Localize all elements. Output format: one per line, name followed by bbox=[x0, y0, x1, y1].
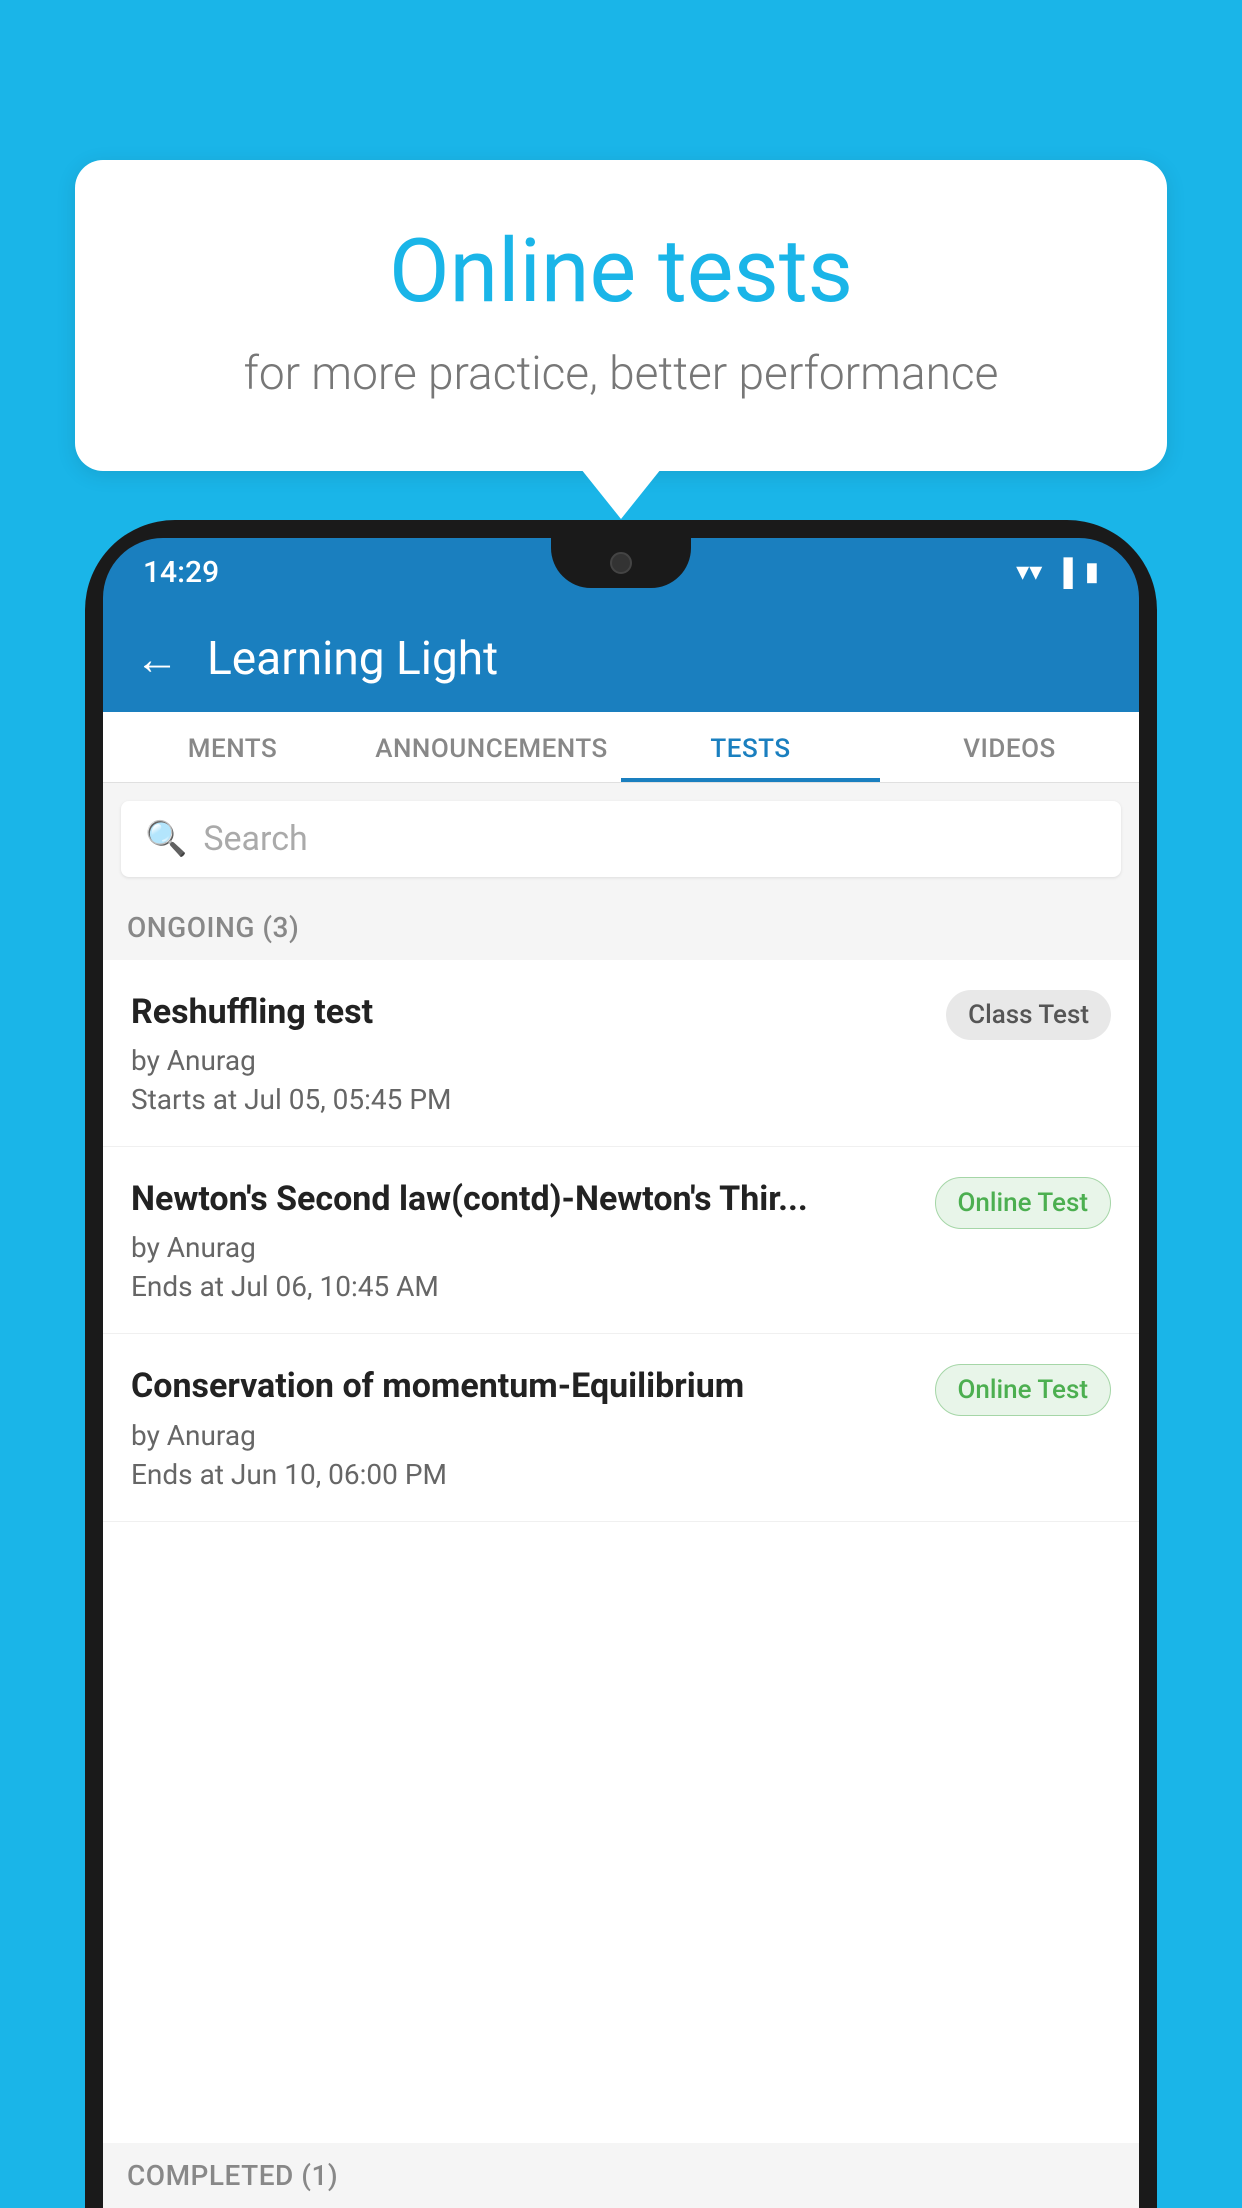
tab-videos[interactable]: VIDEOS bbox=[880, 712, 1139, 782]
time-value: Jun 10, 06:00 PM bbox=[231, 1458, 447, 1491]
time-value: Jul 06, 10:45 AM bbox=[231, 1270, 439, 1303]
bubble-title: Online tests bbox=[155, 220, 1087, 323]
tab-announcements[interactable]: ANNOUNCEMENTS bbox=[362, 712, 621, 782]
app-title: Learning Light bbox=[207, 632, 498, 686]
test-info: Conservation of momentum-Equilibrium by … bbox=[131, 1364, 915, 1490]
status-bar: 14:29 ▾▾ ▐ ▮ bbox=[103, 538, 1139, 606]
test-badge-online: Online Test bbox=[935, 1364, 1112, 1416]
completed-section-header: COMPLETED (1) bbox=[103, 2143, 1139, 2208]
search-icon: 🔍 bbox=[145, 819, 187, 859]
phone-frame: 14:29 ▾▾ ▐ ▮ ← Learning Light MENTS ANNO… bbox=[85, 520, 1157, 2208]
test-author: by Anurag bbox=[131, 1044, 926, 1077]
app-screen: ← Learning Light MENTS ANNOUNCEMENTS TES… bbox=[103, 606, 1139, 2208]
time-label: Starts at bbox=[131, 1083, 237, 1116]
phone-frame-container: 14:29 ▾▾ ▐ ▮ ← Learning Light MENTS ANNO… bbox=[85, 520, 1157, 2208]
wifi-icon: ▾▾ bbox=[1016, 557, 1042, 587]
status-time: 14:29 bbox=[143, 555, 219, 590]
camera-dot bbox=[610, 552, 632, 574]
search-bar[interactable]: 🔍 Search bbox=[121, 801, 1121, 877]
status-icons: ▾▾ ▐ ▮ bbox=[1016, 557, 1099, 588]
test-name: Reshuffling test bbox=[131, 990, 926, 1034]
test-list: Reshuffling test by Anurag Starts at Jul… bbox=[103, 960, 1139, 2143]
bubble-subtitle: for more practice, better performance bbox=[155, 347, 1087, 401]
time-value: Jul 05, 05:45 PM bbox=[244, 1083, 451, 1116]
promo-bubble: Online tests for more practice, better p… bbox=[75, 160, 1167, 471]
back-button[interactable]: ← bbox=[135, 633, 179, 685]
signal-icon: ▐ bbox=[1054, 557, 1072, 588]
test-name: Newton's Second law(contd)-Newton's Thir… bbox=[131, 1177, 915, 1221]
time-label: Ends at bbox=[131, 1270, 224, 1303]
test-badge-online: Online Test bbox=[935, 1177, 1112, 1229]
tab-assignments[interactable]: MENTS bbox=[103, 712, 362, 782]
test-badge-class: Class Test bbox=[946, 990, 1111, 1040]
time-label: Ends at bbox=[131, 1458, 224, 1491]
test-time: Ends at Jul 06, 10:45 AM bbox=[131, 1270, 915, 1303]
tab-bar: MENTS ANNOUNCEMENTS TESTS VIDEOS bbox=[103, 712, 1139, 783]
ongoing-section-header: ONGOING (3) bbox=[103, 895, 1139, 960]
test-time: Ends at Jun 10, 06:00 PM bbox=[131, 1458, 915, 1491]
search-placeholder: Search bbox=[203, 819, 307, 859]
test-author: by Anurag bbox=[131, 1419, 915, 1452]
test-author: by Anurag bbox=[131, 1231, 915, 1264]
test-item[interactable]: Conservation of momentum-Equilibrium by … bbox=[103, 1334, 1139, 1521]
test-time: Starts at Jul 05, 05:45 PM bbox=[131, 1083, 926, 1116]
tab-tests[interactable]: TESTS bbox=[621, 712, 880, 782]
test-name: Conservation of momentum-Equilibrium bbox=[131, 1364, 915, 1408]
battery-icon: ▮ bbox=[1085, 557, 1099, 587]
test-item[interactable]: Reshuffling test by Anurag Starts at Jul… bbox=[103, 960, 1139, 1147]
test-info: Reshuffling test by Anurag Starts at Jul… bbox=[131, 990, 926, 1116]
test-item[interactable]: Newton's Second law(contd)-Newton's Thir… bbox=[103, 1147, 1139, 1334]
test-info: Newton's Second law(contd)-Newton's Thir… bbox=[131, 1177, 915, 1303]
app-toolbar: ← Learning Light bbox=[103, 606, 1139, 712]
phone-notch bbox=[551, 538, 691, 588]
